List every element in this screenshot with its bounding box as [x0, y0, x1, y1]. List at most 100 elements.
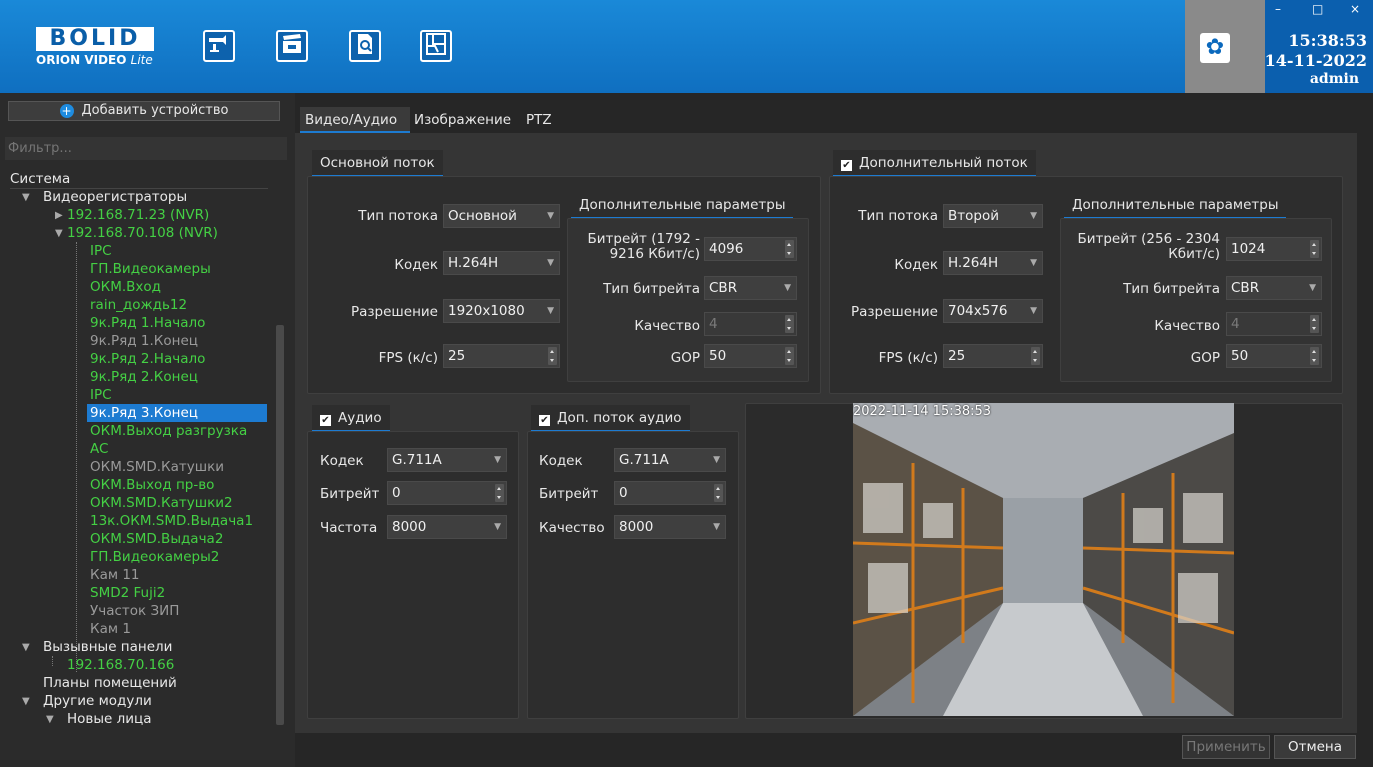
collapse-icon[interactable]: ▶ [55, 210, 63, 221]
tree-item[interactable]: ОКМ.SMD.Катушки2 [90, 494, 233, 512]
sub-audio-quality-dropdown[interactable]: 8000 ▼ [614, 515, 726, 539]
minimize-icon[interactable]: – [1275, 2, 1281, 16]
audio-freq-dropdown[interactable]: 8000 ▼ [387, 515, 507, 539]
stream-type-dropdown[interactable]: Основной ▼ [443, 204, 560, 228]
cancel-button[interactable]: Отмена [1274, 735, 1356, 759]
bitrate-spinbox[interactable]: 4096 [704, 237, 797, 261]
spinner-arrows-icon[interactable] [785, 240, 794, 258]
sub-stream-title[interactable]: ✔ Дополнительный поток [833, 150, 1036, 176]
sub-stream-type-dropdown[interactable]: Второй ▼ [943, 204, 1043, 228]
checkbox-checked-icon[interactable]: ✔ [320, 415, 331, 426]
audio-codec-dropdown[interactable]: G.711A ▼ [387, 448, 507, 472]
expand-icon[interactable]: ▼ [46, 714, 54, 725]
clapperboard-icon[interactable] [276, 30, 308, 62]
expand-icon[interactable]: ▼ [22, 696, 30, 707]
layout-icon[interactable] [420, 30, 452, 62]
tree-item[interactable]: Новые лица [67, 710, 152, 728]
spinner-arrows-icon[interactable] [714, 484, 723, 502]
tree-item[interactable]: Вызывные панели [43, 638, 172, 656]
add-device-button[interactable]: + Добавить устройство [8, 101, 280, 121]
tree-item[interactable]: Участок ЗИП [90, 602, 179, 620]
sub-audio-codec-dropdown[interactable]: G.711A ▼ [614, 448, 726, 472]
tree-item[interactable]: 9к.Ряд 2.Начало [90, 350, 205, 368]
checkbox-checked-icon[interactable]: ✔ [841, 160, 852, 171]
gear-icon: ✿ [1200, 33, 1230, 63]
audio-bitrate-label: Битрейт [320, 486, 380, 502]
resolution-label: Разрешение [350, 304, 438, 320]
gop-label: GOP [670, 350, 700, 366]
tree-item[interactable]: SMD2 Fuji2 [90, 584, 165, 602]
sub-bitrate-type-dropdown[interactable]: CBR ▼ [1226, 276, 1322, 300]
spinner-arrows-icon[interactable] [785, 347, 794, 365]
tree-item[interactable]: 192.168.70.166 [67, 656, 174, 674]
tree-item[interactable]: 13к.ОКМ.SMD.Выдача1 [90, 512, 253, 530]
tree-item[interactable]: Другие модули [43, 692, 152, 710]
codec-dropdown[interactable]: H.264H ▼ [443, 251, 560, 275]
tree-item[interactable]: 192.168.70.108 (NVR) [67, 224, 218, 242]
tree-item[interactable]: IPC [90, 386, 112, 404]
document-search-icon[interactable] [349, 30, 381, 62]
apply-button[interactable]: Применить [1182, 735, 1270, 759]
tree-section-system[interactable]: Система [10, 170, 70, 188]
tab-image[interactable]: Изображение [409, 107, 516, 133]
tree-item[interactable]: ГП.Видеокамеры [90, 260, 211, 278]
sub-quality-spinbox[interactable]: 4 [1226, 312, 1322, 336]
fps-label: FPS (к/с) [878, 350, 938, 366]
tree-item[interactable]: 9к.Ряд 1.Начало [90, 314, 205, 332]
sub-bitrate-spinbox[interactable]: 1024 [1226, 237, 1322, 261]
tree-item[interactable]: IPC [90, 242, 112, 260]
resolution-dropdown[interactable]: 1920x1080 ▼ [443, 299, 560, 323]
spinner-arrows-icon[interactable] [495, 484, 504, 502]
settings-button[interactable]: ✿ [1185, 0, 1265, 93]
expand-icon[interactable]: ▼ [22, 192, 30, 203]
tree-item[interactable]: 9к.Ряд 2.Конец [90, 368, 198, 386]
tree-item[interactable]: AC [90, 440, 108, 458]
sub-audio-bitrate-spinbox[interactable]: 0 [614, 481, 726, 505]
tree-item[interactable]: ОКМ.Вход [90, 278, 161, 296]
sub-audio-title[interactable]: ✔ Доп. поток аудио [531, 405, 690, 431]
tree-item-selected[interactable]: 9к.Ряд 3.Конец [87, 404, 267, 422]
camera-icon[interactable] [203, 30, 235, 62]
tree-item[interactable]: Видеорегистраторы [43, 188, 187, 206]
tree-item[interactable]: 9к.Ряд 1.Конец [90, 332, 198, 350]
bitrate-type-dropdown[interactable]: CBR ▼ [704, 276, 797, 300]
tree-item[interactable]: Планы помещений [43, 674, 177, 692]
fps-spinbox[interactable]: 25 [443, 344, 560, 368]
tree-item[interactable]: Кам 1 [90, 620, 131, 638]
tree-item[interactable]: ОКМ.Выход пр-во [90, 476, 214, 494]
tree-item[interactable]: rain_дождь12 [90, 296, 187, 314]
tree-item[interactable]: 192.168.71.23 (NVR) [67, 206, 209, 224]
gop-spinbox[interactable]: 50 [704, 344, 797, 368]
checkbox-checked-icon[interactable]: ✔ [539, 415, 550, 426]
camera-preview[interactable]: 2022-11-14 15:38:53 [853, 403, 1234, 716]
audio-bitrate-spinbox[interactable]: 0 [387, 481, 507, 505]
spinner-arrows-icon[interactable] [1310, 347, 1319, 365]
quality-spinbox[interactable]: 4 [704, 312, 797, 336]
chevron-down-icon: ▼ [1030, 258, 1037, 268]
tree-item[interactable]: ОКМ.SMD.Катушки [90, 458, 224, 476]
expand-icon[interactable]: ▼ [55, 228, 63, 239]
filter-input[interactable] [5, 137, 287, 160]
sub-codec-dropdown[interactable]: H.264H ▼ [943, 251, 1043, 275]
spinner-arrows-icon[interactable] [1031, 347, 1040, 365]
spinner-arrows-icon[interactable] [1310, 315, 1319, 333]
sub-resolution-dropdown[interactable]: 704x576 ▼ [943, 299, 1043, 323]
tree-item[interactable]: ОКМ.SMD.Выдача2 [90, 530, 223, 548]
expand-icon[interactable]: ▼ [22, 642, 30, 653]
sidebar-scrollbar[interactable] [276, 325, 284, 725]
audio-title[interactable]: ✔ Аудио [312, 405, 390, 431]
spinner-arrows-icon[interactable] [548, 347, 557, 365]
fps-value: 25 [448, 348, 466, 364]
sub-fps-spinbox[interactable]: 25 [943, 344, 1043, 368]
tree-item[interactable]: Кам 11 [90, 566, 140, 584]
close-icon[interactable]: × [1350, 2, 1360, 16]
spinner-arrows-icon[interactable] [785, 315, 794, 333]
tree-item[interactable]: ОКМ.Выход разгрузка [90, 422, 247, 440]
spinner-arrows-icon[interactable] [1310, 240, 1319, 258]
tab-video-audio[interactable]: Видео/Аудио [300, 107, 410, 133]
tree-item[interactable]: ГП.Видеокамеры2 [90, 548, 219, 566]
sub-gop-spinbox[interactable]: 50 [1226, 344, 1322, 368]
tab-ptz[interactable]: PTZ [521, 107, 557, 133]
sub-stream-title-text: Дополнительный поток [859, 155, 1028, 171]
maximize-icon[interactable]: □ [1312, 2, 1323, 16]
